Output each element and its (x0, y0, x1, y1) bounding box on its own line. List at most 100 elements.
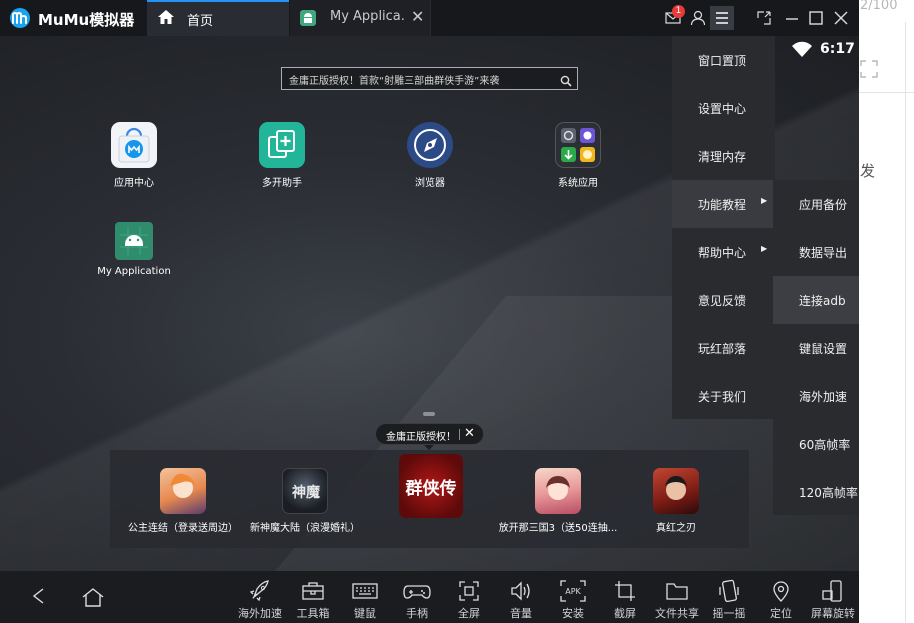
submenu-item-60fps[interactable]: 60高帧率 (773, 420, 859, 468)
menu-item-label: 功能教程 (698, 198, 747, 212)
page-indicator (423, 412, 435, 416)
menu-item-community[interactable]: 玩红部落 (672, 324, 775, 372)
expand-icon[interactable] (860, 60, 880, 80)
svg-text:APK: APK (565, 587, 581, 596)
menu-item-clear-memory[interactable]: 清理内存 (672, 132, 775, 180)
rotate-screen-icon (822, 580, 842, 602)
volume-button[interactable]: 音量 (495, 579, 547, 621)
menu-item-label: 清理内存 (698, 150, 747, 164)
search-promo-text: 金庸正版授权！首款“射雕三部曲群侠手游”来袭 (289, 76, 500, 87)
tab-label: 首页 (187, 14, 214, 29)
app-name: MuMu模拟器 (38, 11, 135, 29)
text-fragment: 发 (860, 162, 876, 180)
submenu-item-overseas-accelerate[interactable]: 海外加速 (773, 372, 859, 420)
app-label: 浏览器 (415, 178, 445, 189)
divider (905, 22, 906, 622)
tool-label: 手柄 (406, 607, 428, 620)
toolbox-icon (302, 582, 324, 600)
gamepad-button[interactable]: 手柄 (391, 579, 443, 621)
location-button[interactable]: 定位 (755, 579, 807, 621)
resize-window-button[interactable] (752, 6, 776, 30)
file-share-button[interactable]: 文件共享 (651, 579, 703, 621)
tool-label: 截屏 (614, 607, 636, 620)
emulator-window: MuMu模拟器 首页 My Applica... ✕ 1 6:17 金庸正版授权… (0, 0, 859, 623)
app-store-icon (111, 122, 157, 168)
multi-instance-shortcut[interactable]: 多开助手 (237, 122, 327, 189)
keyboard-icon (352, 583, 378, 599)
shake-icon (719, 579, 739, 603)
menu-item-about[interactable]: 关于我们 (672, 372, 775, 420)
search-bar[interactable]: 金庸正版授权！首款“射雕三部曲群侠手游”来袭 (281, 67, 578, 90)
game-item[interactable]: 公主连结（登录送周边） (122, 468, 244, 534)
tool-label: 音量 (510, 607, 532, 620)
search-icon[interactable] (560, 72, 572, 91)
tool-label: 定位 (770, 607, 792, 620)
submenu-item-label: 键鼠设置 (799, 342, 848, 356)
rocket-icon (249, 580, 269, 602)
install-apk-button[interactable]: APK 安装 (547, 579, 599, 621)
submenu-item-app-backup[interactable]: 应用备份 (773, 180, 859, 228)
back-button[interactable] (30, 587, 48, 609)
menu-item-settings[interactable]: 设置中心 (672, 84, 775, 132)
crop-screenshot-icon (615, 581, 635, 601)
submenu-item-120fps[interactable]: 120高帧率 (773, 468, 859, 516)
keyboard-mouse-button[interactable]: 键鼠 (339, 579, 391, 621)
tab-my-application[interactable]: My Applica... ✕ (290, 0, 431, 36)
rotate-screen-button[interactable]: 屏幕旋转 (807, 579, 859, 621)
submenu-item-label: 数据导出 (799, 246, 848, 260)
gamepad-icon (403, 585, 431, 599)
toolbox-button[interactable]: 工具箱 (287, 579, 339, 621)
close-window-button[interactable] (829, 6, 853, 30)
submenu-item-keymouse-settings[interactable]: 键鼠设置 (773, 324, 859, 372)
browser-shortcut[interactable]: 浏览器 (385, 122, 475, 189)
submenu-item-label: 120高帧率 (799, 486, 858, 500)
menu-item-label: 帮助中心 (698, 246, 747, 260)
game-item[interactable]: 神魔 新神魔大陆（浪漫婚礼） (244, 468, 366, 534)
android-icon (300, 10, 316, 26)
promo-text: 金庸正版授权！ (386, 432, 456, 443)
notification-badge: 1 (672, 5, 685, 18)
bottom-toolbar: 海外加速 工具箱 键鼠 手柄 全屏 音量 APK 安装 截屏 文件共享 摇一摇 … (0, 571, 859, 623)
shake-button[interactable]: 摇一摇 (703, 579, 755, 621)
tool-label: 工具箱 (296, 607, 330, 620)
submenu-item-label: 应用备份 (799, 198, 848, 212)
menu-item-tutorials[interactable]: 功能教程 ▶ (672, 180, 775, 228)
main-menu-button[interactable] (710, 6, 734, 30)
fullscreen-button[interactable]: 全屏 (443, 579, 495, 621)
my-application-shortcut[interactable]: My Application (89, 222, 179, 277)
submenu-item-data-export[interactable]: 数据导出 (773, 228, 859, 276)
game-label: 新神魔大陆（浪漫婚礼） (250, 523, 360, 534)
game-item[interactable]: 群侠传 (392, 454, 470, 523)
close-tab-icon[interactable]: ✕ (411, 7, 424, 26)
home-button[interactable] (81, 587, 105, 611)
system-apps-folder[interactable]: 系统应用 (533, 122, 623, 189)
app-center-shortcut[interactable]: 应用中心 (89, 122, 179, 189)
close-icon[interactable]: ✕ (464, 426, 475, 441)
fullscreen-icon (459, 581, 479, 601)
tool-label: 文件共享 (655, 607, 699, 620)
maximize-button[interactable] (804, 6, 828, 30)
user-account-button[interactable] (686, 6, 710, 30)
tool-label: 屏幕旋转 (811, 607, 855, 620)
submenu-item-label: 连接adb (799, 294, 846, 308)
menu-item-pin-window[interactable]: 窗口置顶 (672, 36, 775, 84)
menu-item-help-center[interactable]: 帮助中心 ▶ (672, 228, 775, 276)
tutorials-submenu: 应用备份 数据导出 连接adb 键鼠设置 海外加速 60高帧率 120高帧率 (773, 180, 859, 515)
screenshot-button[interactable]: 截屏 (599, 579, 651, 621)
game-item[interactable]: 真红之刃 (635, 468, 717, 534)
title-bar: MuMu模拟器 首页 My Applica... ✕ 1 (0, 0, 859, 36)
submenu-item-label: 海外加速 (799, 390, 848, 404)
overseas-accelerate-button[interactable]: 海外加速 (234, 579, 286, 621)
multi-instance-icon (259, 122, 305, 168)
wifi-icon (792, 41, 812, 61)
menu-item-label: 设置中心 (698, 102, 747, 116)
submenu-item-connect-adb[interactable]: 连接adb (773, 276, 859, 324)
minimize-button[interactable] (780, 6, 804, 30)
game-item[interactable]: 放开那三国3（送50连抽... (494, 468, 622, 534)
promo-tooltip[interactable]: 金庸正版授权！ ✕ (375, 423, 484, 450)
menu-item-feedback[interactable]: 意见反馈 (672, 276, 775, 324)
tab-home[interactable]: 首页 (147, 0, 289, 36)
tool-label: 全屏 (458, 607, 480, 620)
svg-text:神魔: 神魔 (292, 484, 321, 501)
divider (459, 429, 460, 440)
